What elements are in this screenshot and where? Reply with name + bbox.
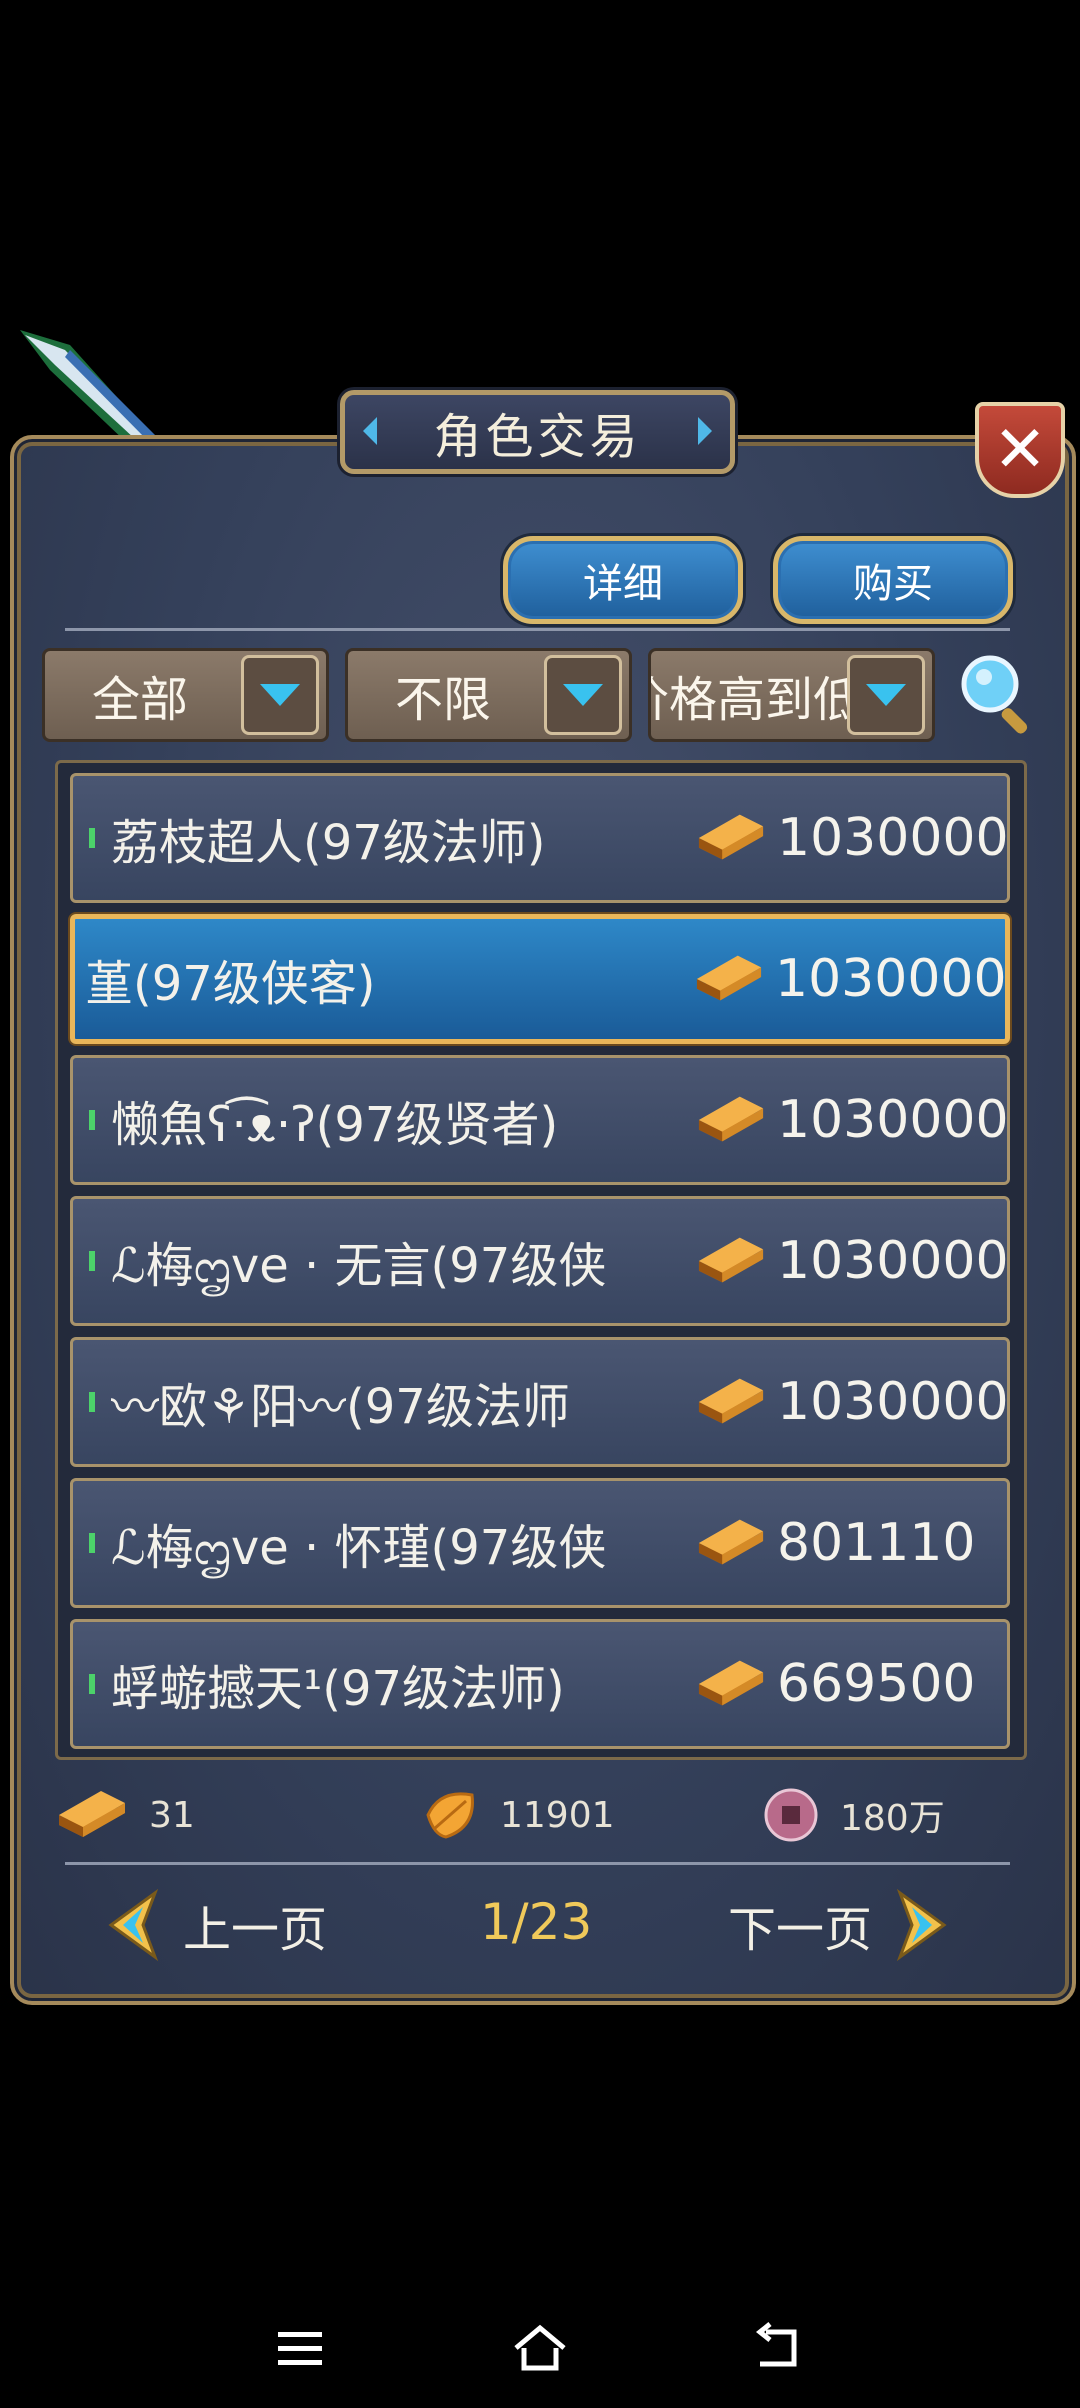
listing-price: 1030000	[777, 1090, 1009, 1150]
menu-icon[interactable]	[270, 2318, 330, 2378]
search-icon[interactable]	[956, 650, 1040, 734]
leaf-balance: 11901	[420, 1785, 615, 1845]
system-navigation-bar	[0, 2300, 1080, 2390]
coin-balance: 180万	[762, 1785, 945, 1845]
limit-filter-value: 不限	[394, 672, 491, 728]
listing-price: 1030000	[775, 949, 1007, 1009]
listing-name: ℒ梅ᦗve · 怀瑾(97级侠	[111, 1519, 607, 1576]
listing-marker	[89, 1251, 95, 1271]
detail-button-label: 详细	[583, 561, 663, 607]
arrow-right-icon	[896, 1889, 947, 1961]
listing-row[interactable]: 〰欧⚘阳〰(97级法师 1030000	[70, 1337, 1010, 1467]
listing-price: 1030000	[777, 808, 1009, 868]
listing-price: 1030000	[777, 1231, 1009, 1291]
close-button[interactable]: ✕	[975, 402, 1065, 498]
listing-row[interactable]: 荔枝超人(97级法师) 1030000	[70, 773, 1010, 903]
gold-ingot-icon	[698, 1378, 764, 1424]
gold-balance: 31	[55, 1785, 195, 1845]
title-right-ornament	[698, 417, 712, 445]
category-filter-value: 全部	[91, 672, 188, 728]
listing-marker	[89, 1533, 95, 1553]
prev-page-label: 上一页	[183, 1902, 328, 1958]
next-page-button[interactable]: 下一页	[728, 1885, 950, 1965]
prev-page-button[interactable]: 上一页	[105, 1885, 327, 1965]
listing-row[interactable]: ℒ梅ᦗve · 怀瑾(97级侠 801110	[70, 1478, 1010, 1608]
chevron-down-icon[interactable]	[544, 655, 622, 735]
top-divider	[65, 628, 1010, 631]
title-left-ornament	[363, 417, 377, 445]
listing-price: 669500	[777, 1654, 976, 1714]
listing-row[interactable]: 蜉蝣撼天¹(97级法师) 669500	[70, 1619, 1010, 1749]
leaf-currency-icon	[426, 1792, 474, 1839]
back-icon[interactable]	[750, 2318, 810, 2378]
gold-ingot-icon	[698, 1519, 764, 1565]
gold-ingot-icon	[698, 1237, 764, 1283]
home-icon[interactable]	[510, 2318, 570, 2378]
gold-ingot-icon	[698, 1660, 764, 1706]
sort-filter-value: 价格高到低	[651, 672, 847, 728]
listing-marker	[89, 828, 95, 848]
detail-button[interactable]: 详细	[503, 536, 743, 624]
category-filter[interactable]: 全部	[42, 648, 329, 742]
panel-title-text: 角色交易	[433, 409, 642, 465]
panel-title: 角色交易	[340, 390, 735, 474]
listing-row[interactable]: 堇(97级侠客) 1030000	[70, 914, 1010, 1044]
gold-ingot-icon	[696, 955, 762, 1001]
bottom-divider	[65, 1862, 1010, 1865]
chevron-down-icon[interactable]	[847, 655, 925, 735]
next-page-label: 下一页	[728, 1902, 873, 1958]
listing-name: 堇(97级侠客)	[85, 956, 376, 1012]
listing-row[interactable]: ℒ梅ᦗve · 无言(97级侠 1030000	[70, 1196, 1010, 1326]
page-indicator: 1/23	[480, 1893, 593, 1951]
copper-coin-icon	[764, 1788, 818, 1842]
listing-marker	[89, 1110, 95, 1130]
listing-marker	[89, 1392, 95, 1412]
arrow-left-icon	[108, 1889, 159, 1961]
close-icon: ✕	[993, 413, 1047, 487]
gold-ingot-icon	[59, 1791, 125, 1837]
listing-marker	[89, 1674, 95, 1694]
listing-price: 1030000	[777, 1372, 1009, 1432]
gold-balance-value: 31	[149, 1794, 195, 1836]
listing-name: 荔枝超人(97级法师)	[111, 815, 546, 871]
limit-filter[interactable]: 不限	[345, 648, 632, 742]
listing-price: 801110	[777, 1513, 976, 1573]
listing-row[interactable]: 懒魚ʕ·͡ᴥ·ʔ(97级贤者) 1030000	[70, 1055, 1010, 1185]
gold-ingot-icon	[698, 1096, 764, 1142]
sort-filter[interactable]: 价格高到低	[648, 648, 935, 742]
listing-name: 懒魚ʕ·͡ᴥ·ʔ(97级贤者)	[111, 1097, 559, 1153]
coin-balance-value: 180万	[840, 1798, 945, 1839]
listing-name: 〰欧⚘阳〰(97级法师	[111, 1379, 570, 1435]
buy-button-label: 购买	[853, 561, 933, 607]
leaf-balance-value: 11901	[500, 1794, 615, 1836]
buy-button[interactable]: 购买	[773, 536, 1013, 624]
gold-ingot-icon	[698, 814, 764, 860]
listing-name: ℒ梅ᦗve · 无言(97级侠	[111, 1237, 607, 1294]
chevron-down-icon[interactable]	[241, 655, 319, 735]
listing-name: 蜉蝣撼天¹(97级法师)	[111, 1661, 565, 1717]
